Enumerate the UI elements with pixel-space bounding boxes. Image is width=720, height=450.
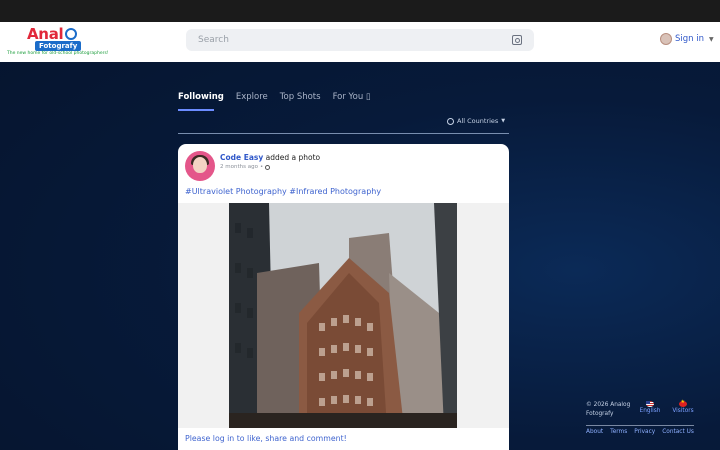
post-card: Code Easy added a photo 2 months ago • #… (178, 144, 509, 450)
footer-link-privacy[interactable]: Privacy (634, 429, 655, 435)
footer-divider (586, 425, 694, 426)
globe-icon (447, 117, 454, 125)
countries-filter[interactable]: All Countries ▼ (447, 117, 505, 125)
tab-explore[interactable]: Explore (236, 92, 268, 111)
visitors-label: Visitors (672, 408, 694, 414)
footer-link-contact[interactable]: Contact Us (662, 429, 694, 435)
tab-following[interactable]: Following (178, 92, 224, 111)
visitors-link[interactable]: Visitors (670, 399, 696, 414)
language-selector[interactable]: English (639, 401, 661, 414)
chevron-down-icon: ▼ (501, 118, 506, 124)
post-header: Code Easy added a photo (220, 153, 320, 162)
vn-flag-icon (679, 399, 687, 407)
post-meta: 2 months ago • (220, 164, 271, 170)
us-flag-icon (646, 401, 654, 407)
post-photo-area (178, 203, 509, 428)
meta-separator: • (259, 164, 264, 170)
search-bar[interactable]: Search (186, 29, 534, 51)
chevron-down-icon: ▼ (709, 35, 714, 43)
author-avatar[interactable] (185, 151, 215, 181)
search-input[interactable]: Search (198, 35, 512, 45)
login-prompt[interactable]: Please log in to like, share and comment… (185, 434, 347, 443)
avatar-face (193, 157, 207, 173)
tabs-divider (178, 133, 509, 134)
new-badge-icon: ▯ (365, 92, 371, 102)
tab-for-you-label: For You (332, 92, 364, 102)
post-photo[interactable] (229, 203, 457, 428)
copyright-text: © 2026 Analog Fotografy (586, 402, 631, 417)
globe-icon (265, 164, 271, 170)
author-name[interactable]: Code Easy (220, 153, 263, 162)
language-label: English (639, 408, 661, 414)
post-time: 2 months ago (220, 164, 258, 170)
footer-link-terms[interactable]: Terms (610, 429, 627, 435)
tab-for-you[interactable]: For You ▯ (333, 92, 371, 111)
logo-tagline: The new home for old-school photographer… (7, 51, 109, 56)
scan-search-icon[interactable] (512, 35, 522, 45)
camera-lens-icon (65, 28, 77, 40)
user-avatar-icon (660, 33, 672, 45)
post-action: added a photo (265, 153, 321, 162)
feed-tabs: Following Explore Top Shots For You ▯ (178, 92, 383, 111)
post-hashtags[interactable]: #Ultraviolet Photography #Infrared Photo… (185, 187, 381, 196)
logo-subword: Fotografy (35, 41, 82, 51)
site-logo[interactable]: Anal Fotografy The new home for old-scho… (7, 25, 109, 59)
footer-link-about[interactable]: About (586, 429, 603, 435)
countries-filter-label: All Countries (457, 117, 499, 125)
footer-links: About Terms Privacy Contact Us (586, 429, 694, 435)
browser-top-bar (0, 0, 720, 22)
sign-in-label[interactable]: Sign in (675, 34, 704, 44)
building-photo-illustration (229, 203, 457, 428)
sign-in-menu[interactable]: Sign in ▼ (660, 33, 714, 45)
tab-top-shots[interactable]: Top Shots (280, 92, 321, 111)
site-header: Anal Fotografy The new home for old-scho… (0, 22, 720, 62)
